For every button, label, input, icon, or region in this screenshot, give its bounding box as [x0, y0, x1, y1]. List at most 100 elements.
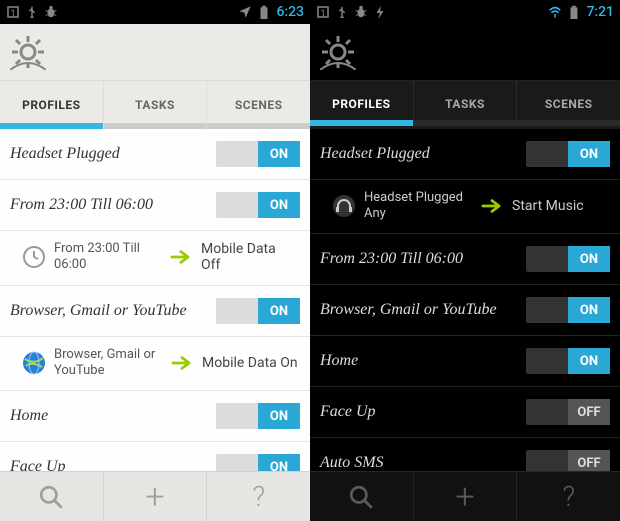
search-button[interactable] — [310, 472, 414, 521]
globe-icon — [22, 351, 46, 375]
condition-text: From 23:00 Till 06:00 — [54, 241, 159, 272]
profile-row[interactable]: Face Up OFF — [310, 387, 620, 438]
wifi-icon — [548, 5, 562, 19]
plus-icon: + — [455, 477, 474, 517]
profile-name: From 23:00 Till 06:00 — [10, 196, 153, 214]
profile-row[interactable]: Headset Plugged ON — [310, 129, 620, 180]
profile-toggle[interactable]: ON — [526, 297, 610, 323]
clock-icon — [22, 245, 46, 269]
profile-list: Headset Plugged ON From 23:00 Till 06:00… — [0, 129, 310, 471]
profile-list: Headset Plugged ON Headset Plugged Any S… — [310, 129, 620, 471]
arrow-icon — [170, 354, 192, 372]
tab-scenes[interactable]: SCENES — [207, 81, 310, 129]
condition-text: Headset Plugged Any — [364, 190, 470, 221]
profile-name: Auto SMS — [320, 454, 384, 471]
search-button[interactable] — [0, 472, 104, 521]
profile-toggle[interactable]: ON — [216, 298, 300, 324]
status-clock: 6:23 — [276, 4, 304, 20]
action-text: Start Music — [512, 198, 584, 214]
tab-label: SCENES — [235, 98, 283, 112]
add-button[interactable]: + — [414, 472, 518, 521]
tab-label: SCENES — [545, 97, 593, 111]
airplane-icon — [238, 5, 252, 19]
action-text: Mobile Data Off — [201, 241, 298, 273]
profile-detail[interactable]: Browser, Gmail or YouTube Mobile Data On — [0, 337, 310, 391]
switch-label: ON — [258, 298, 300, 324]
profile-row[interactable]: Auto SMS OFF — [310, 438, 620, 471]
profile-row[interactable]: Browser, Gmail or YouTube ON — [310, 285, 620, 336]
profile-name: Browser, Gmail or YouTube — [320, 301, 497, 319]
tasker-logo-icon[interactable] — [10, 34, 46, 70]
profile-name: Face Up — [10, 458, 66, 471]
profile-toggle[interactable]: ON — [526, 348, 610, 374]
profile-row[interactable]: Browser, Gmail or YouTube ON — [0, 286, 310, 337]
profile-row[interactable]: From 23:00 Till 06:00 ON — [0, 180, 310, 231]
profile-row[interactable]: Home ON — [310, 336, 620, 387]
condition-text: Browser, Gmail or YouTube — [54, 347, 160, 378]
switch-label: OFF — [568, 450, 610, 471]
bottom-bar: + ? — [310, 471, 620, 521]
tab-bar: PROFILES TASKS SCENES — [310, 81, 620, 129]
add-button[interactable]: + — [104, 472, 208, 521]
tab-bar: PROFILES TASKS SCENES — [0, 81, 310, 129]
profile-name: Browser, Gmail or YouTube — [10, 302, 187, 320]
sim-icon — [6, 5, 20, 19]
profile-name: Headset Plugged — [320, 145, 430, 163]
profile-toggle[interactable]: OFF — [526, 450, 610, 471]
switch-label: ON — [568, 141, 610, 167]
tab-label: TASKS — [135, 98, 175, 112]
switch-label: ON — [568, 297, 610, 323]
tab-tasks[interactable]: TASKS — [414, 81, 518, 129]
tab-profiles[interactable]: PROFILES — [0, 81, 104, 129]
profile-toggle[interactable]: ON — [216, 141, 300, 167]
help-button[interactable]: ? — [207, 472, 310, 521]
bottom-bar: + ? — [0, 471, 310, 521]
profile-toggle[interactable]: ON — [216, 403, 300, 429]
help-icon: ? — [252, 480, 265, 513]
app-header — [0, 24, 310, 81]
profile-name: Home — [10, 407, 48, 425]
profile-toggle[interactable]: ON — [526, 141, 610, 167]
plus-icon: + — [145, 477, 164, 517]
help-icon: ? — [562, 480, 575, 513]
tasker-logo-icon[interactable] — [320, 34, 356, 70]
switch-label: ON — [568, 246, 610, 272]
profile-toggle[interactable]: ON — [216, 454, 300, 471]
usb-icon — [335, 5, 349, 19]
sim-icon — [316, 5, 330, 19]
action-text: Mobile Data On — [202, 355, 298, 371]
profile-row[interactable]: Face Up ON — [0, 442, 310, 471]
tab-label: PROFILES — [22, 98, 80, 112]
profile-toggle[interactable]: ON — [216, 192, 300, 218]
tab-profiles[interactable]: PROFILES — [310, 81, 414, 129]
bolt-icon — [373, 5, 387, 19]
switch-label: OFF — [568, 399, 610, 425]
switch-label: ON — [258, 192, 300, 218]
tab-scenes[interactable]: SCENES — [517, 81, 620, 129]
debug-icon — [354, 5, 368, 19]
debug-icon — [44, 5, 58, 19]
profile-name: Home — [320, 352, 358, 370]
profile-row[interactable]: Headset Plugged ON — [0, 129, 310, 180]
tab-label: TASKS — [445, 97, 485, 111]
phone-dark: 7:21 PROFILES TASKS SCENES Headset Plugg… — [310, 0, 620, 521]
switch-label: ON — [258, 141, 300, 167]
arrow-icon — [480, 197, 502, 215]
headset-icon — [332, 194, 356, 218]
tab-tasks[interactable]: TASKS — [104, 81, 208, 129]
help-button[interactable]: ? — [517, 472, 620, 521]
switch-label: ON — [568, 348, 610, 374]
profile-detail[interactable]: From 23:00 Till 06:00 Mobile Data Off — [0, 231, 310, 286]
profile-name: From 23:00 Till 06:00 — [320, 250, 463, 268]
phone-light: 6:23 PROFILES TASKS SCENES Headset Plugg… — [0, 0, 310, 521]
profile-name: Headset Plugged — [10, 145, 120, 163]
battery-icon — [257, 5, 271, 19]
search-icon — [348, 484, 374, 510]
app-header — [310, 24, 620, 81]
profile-toggle[interactable]: OFF — [526, 399, 610, 425]
profile-detail[interactable]: Headset Plugged Any Start Music — [310, 180, 620, 234]
profile-name: Face Up — [320, 403, 376, 421]
profile-toggle[interactable]: ON — [526, 246, 610, 272]
profile-row[interactable]: From 23:00 Till 06:00 ON — [310, 234, 620, 285]
profile-row[interactable]: Home ON — [0, 391, 310, 442]
